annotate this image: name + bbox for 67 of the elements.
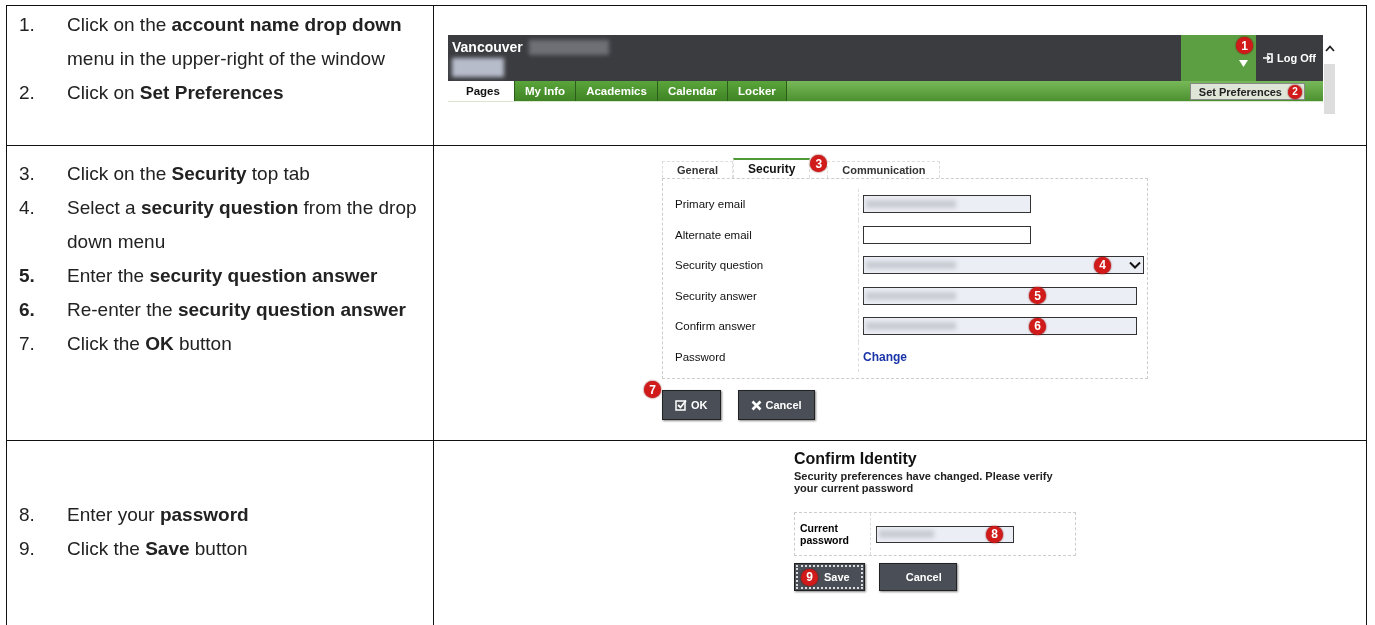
- field-label: Primary email: [669, 189, 859, 220]
- field-label: Security question: [669, 250, 859, 281]
- account-menu[interactable]: 1: [1181, 35, 1256, 81]
- step-number: 7.: [19, 332, 36, 356]
- step-badge: 9: [801, 568, 818, 586]
- nav-tab[interactable]: Calendar: [657, 81, 729, 101]
- step-text: Click on the Security top tab: [67, 162, 311, 186]
- redacted-text: [452, 58, 504, 77]
- step-text: Re-enter the security question answer: [67, 298, 407, 322]
- step-number: 9.: [19, 537, 36, 561]
- step-text: Enter your password: [67, 503, 250, 527]
- step-badge: 3: [810, 155, 828, 172]
- menu-item[interactable]: Set Preferences 2: [1189, 83, 1305, 100]
- step-number: 6.: [19, 298, 36, 322]
- nav-tab[interactable]: My Info: [514, 81, 577, 101]
- change-link[interactable]: Change: [863, 349, 907, 364]
- ok-button[interactable]: OK: [662, 390, 721, 420]
- scrollbar[interactable]: [1324, 64, 1335, 114]
- redacted-text: [879, 530, 934, 538]
- checkbox-icon: [675, 399, 687, 411]
- settings-tab[interactable]: Security: [732, 158, 811, 178]
- dialog-title: Confirm Identity: [794, 450, 918, 468]
- settings-tab[interactable]: General: [662, 161, 733, 178]
- field-label: Current password: [795, 513, 871, 555]
- step-text: Click the OK button: [67, 332, 233, 356]
- input-field[interactable]: 5: [863, 286, 1137, 305]
- step-badge: 4: [1094, 256, 1111, 274]
- step-number: 8.: [19, 503, 36, 527]
- step-badge: 2: [1288, 84, 1302, 99]
- caret-down-icon: [1239, 60, 1248, 67]
- step-text: Click the Save button: [67, 537, 249, 561]
- step-badge: 1: [1236, 37, 1253, 54]
- field-label: Security answer: [669, 280, 859, 311]
- step-badge: 8: [986, 525, 1003, 543]
- step-text: Enter the security question answer: [67, 264, 379, 288]
- step-number: 5.: [19, 264, 36, 288]
- cancel-button[interactable]: Cancel: [878, 563, 957, 591]
- step-badge: 5: [1029, 287, 1046, 305]
- nav-tab[interactable]: Pages: [448, 81, 515, 101]
- step-text: Click on Set Preferences: [67, 81, 285, 105]
- input-field[interactable]: 6: [863, 317, 1137, 336]
- step-number: 2.: [19, 81, 36, 105]
- input-field[interactable]: [863, 225, 1031, 244]
- field-label: Confirm answer: [669, 311, 859, 342]
- step-badge: 7: [644, 381, 661, 398]
- step-text: Click on the account name drop down menu in the upper-right of the window: [67, 13, 403, 71]
- chevron-down-icon: [1129, 261, 1141, 270]
- cancel-button[interactable]: Cancel: [737, 390, 815, 420]
- logoff-button[interactable]: Log Off: [1256, 35, 1323, 81]
- password-field[interactable]: 8: [876, 525, 1014, 543]
- scroll-up-icon: [1324, 45, 1335, 52]
- nav-tab[interactable]: Academics: [576, 81, 658, 101]
- nav-tab[interactable]: Locker: [728, 81, 787, 101]
- save-button[interactable]: 9 Save: [794, 563, 865, 591]
- step-badge: 6: [1029, 317, 1046, 335]
- input-field[interactable]: [863, 195, 1031, 214]
- dropdown-field[interactable]: 4: [863, 256, 1144, 275]
- logoff-icon: [1262, 53, 1273, 63]
- step-number: 1.: [19, 13, 36, 37]
- dialog-message: Security preferences have changed. Please verify your current password: [794, 470, 1054, 494]
- settings-tab[interactable]: Communication: [827, 161, 941, 178]
- field-label: Password: [669, 341, 859, 372]
- step-number: 4.: [19, 196, 36, 220]
- site-title: Vancouver: [452, 39, 523, 55]
- x-icon: [750, 399, 762, 411]
- field-label: Alternate email: [669, 219, 859, 250]
- step-number: 3.: [19, 162, 36, 186]
